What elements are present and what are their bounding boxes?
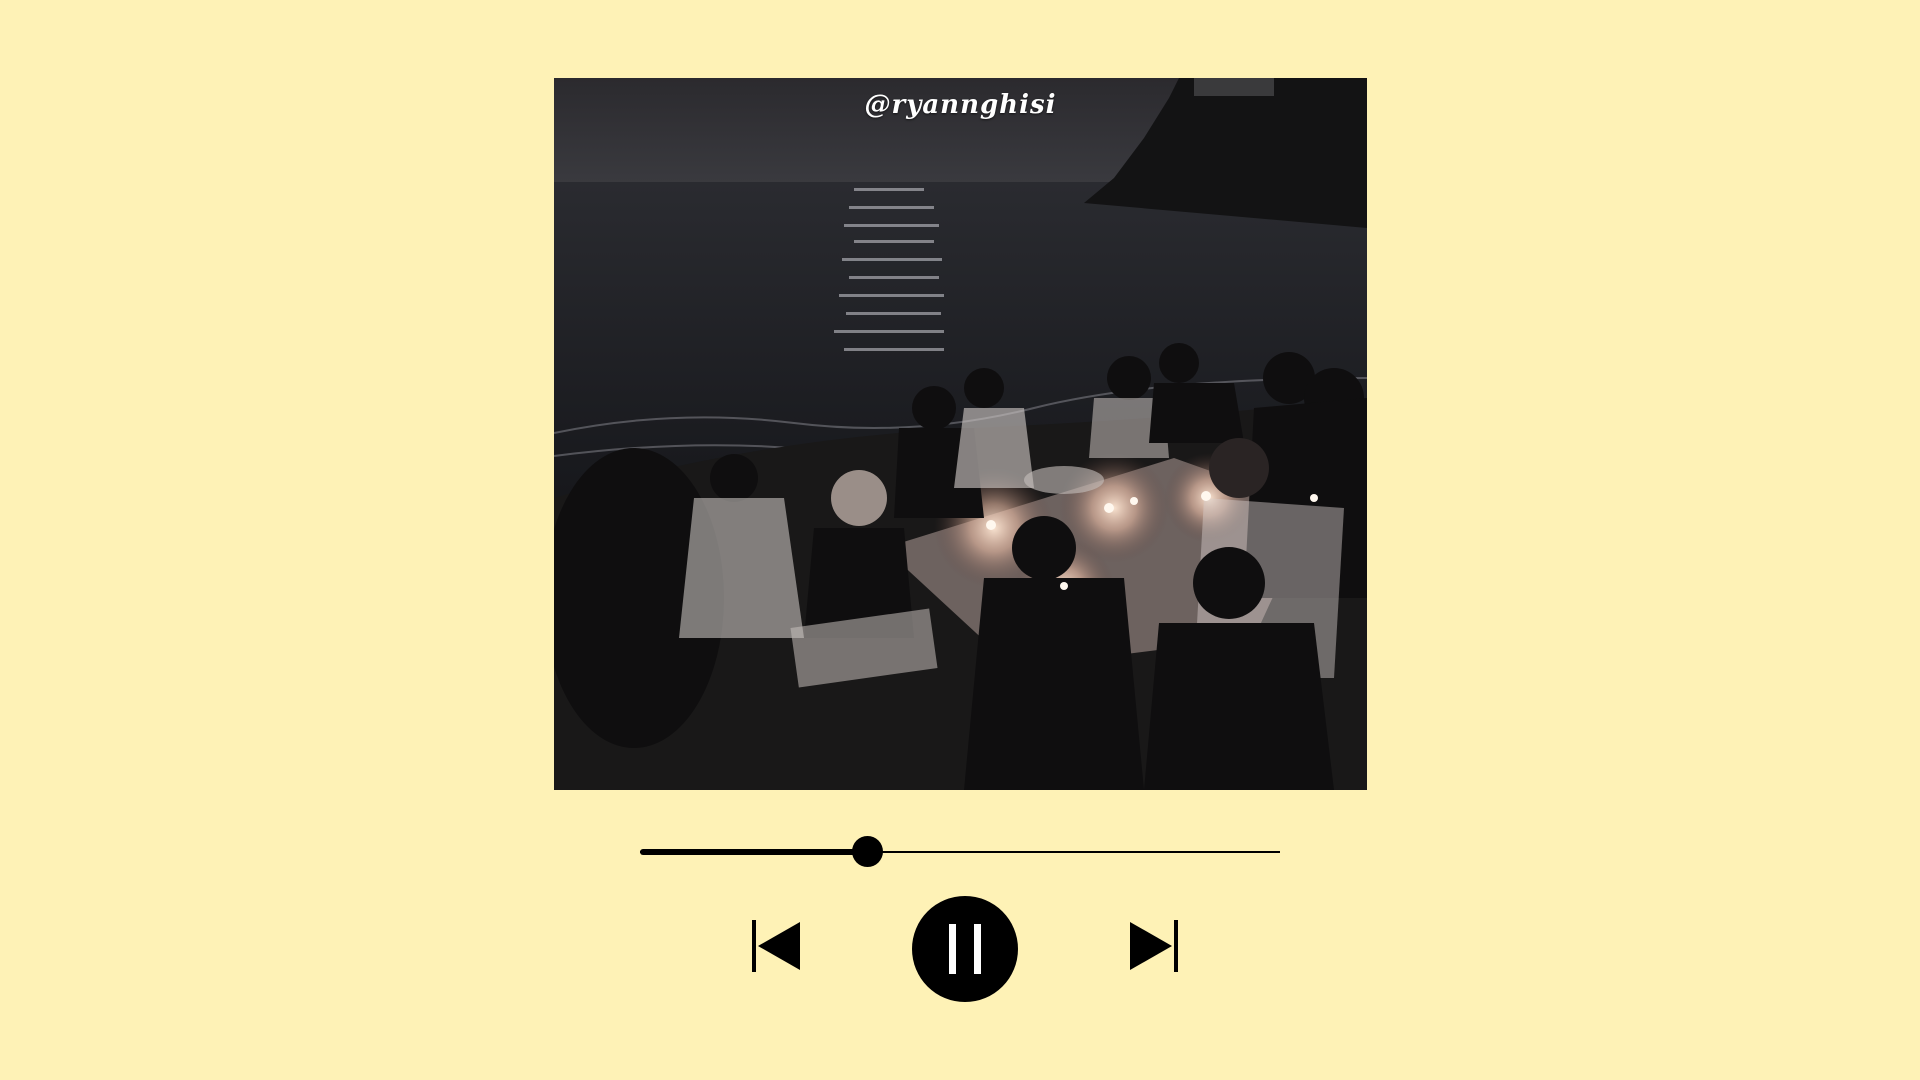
album-cover-image xyxy=(554,78,1367,790)
progress-fill xyxy=(640,849,868,855)
music-player: @ryannghisi xyxy=(0,0,1920,1080)
album-cover: @ryannghisi xyxy=(554,78,1367,790)
next-button[interactable] xyxy=(1126,918,1182,974)
skip-next-icon xyxy=(1130,920,1178,972)
pause-button[interactable] xyxy=(912,896,1018,1002)
progress-bar[interactable] xyxy=(640,836,1280,868)
pause-icon xyxy=(949,924,981,974)
watermark-text: @ryannghisi xyxy=(864,90,1057,120)
skip-previous-icon xyxy=(752,920,800,972)
progress-knob[interactable] xyxy=(852,836,884,867)
previous-button[interactable] xyxy=(748,918,804,974)
